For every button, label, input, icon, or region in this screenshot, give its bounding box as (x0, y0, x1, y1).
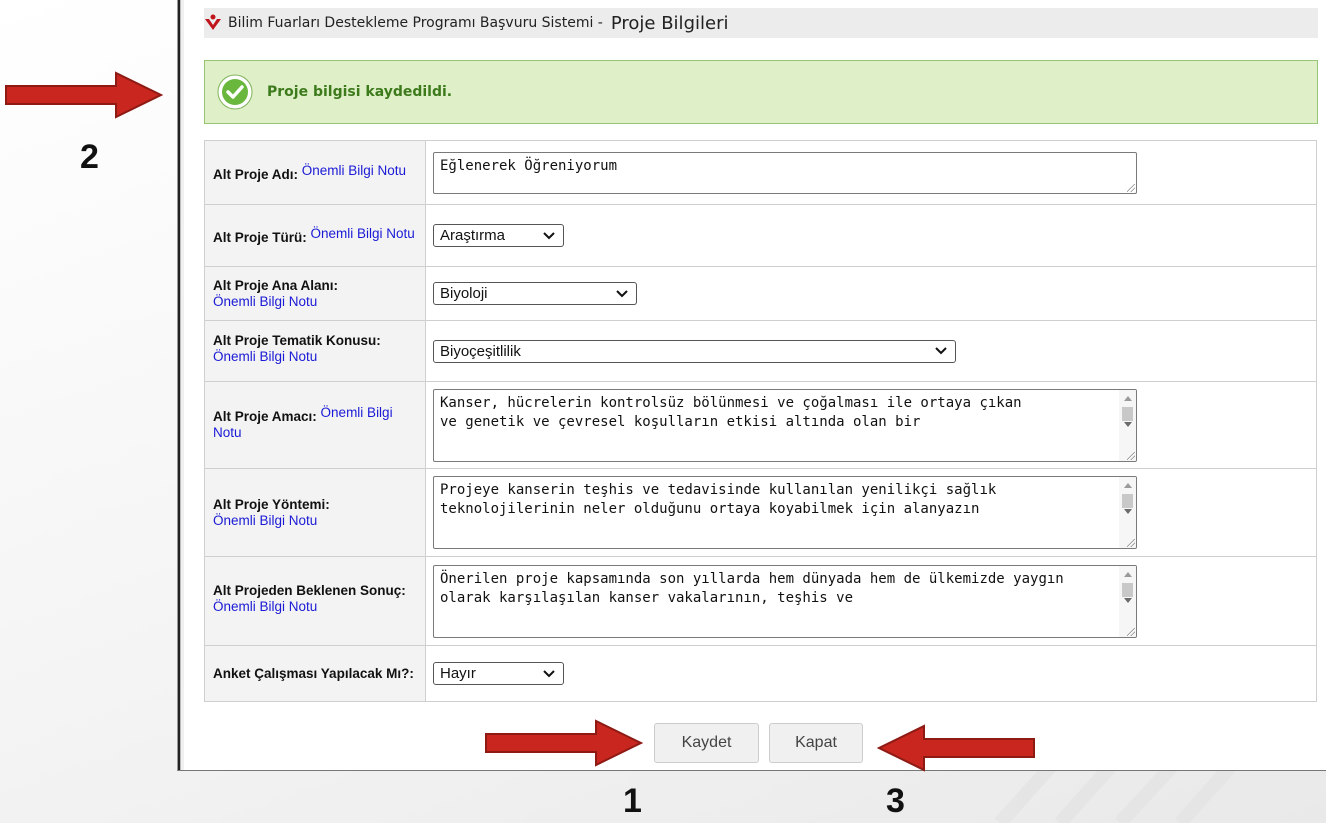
value-cell: Projeye kanserin teşhis ve tedavisinde k… (425, 468, 1317, 557)
main-area-select[interactable]: Biyoloji (433, 282, 637, 305)
annotation-arrow-3 (876, 724, 1035, 772)
value-cell: Eğlenerek Öğreniyorum (425, 140, 1317, 205)
title-bar: Bilim Fuarları Destekleme Programı Başvu… (204, 8, 1318, 38)
field-label: Alt Proje Amacı: (213, 409, 317, 424)
label-cell: Anket Çalışması Yapılacak Mı?: (204, 645, 426, 702)
value-cell: Biyoloji (425, 266, 1317, 321)
resize-grip[interactable] (1127, 627, 1135, 636)
chevron-down-icon (543, 669, 555, 677)
info-note-link[interactable]: Önemli Bilgi Notu (311, 226, 415, 241)
annotation-arrow-1 (485, 719, 644, 767)
success-alert: Proje bilgisi kaydedildi. (204, 60, 1318, 124)
form-row-purpose: Alt Proje Amacı: Önemli Bilgi Notu Kanse… (204, 381, 1317, 469)
survey-select[interactable]: Hayır (433, 662, 564, 685)
resize-grip[interactable] (1127, 183, 1135, 192)
value-cell: Kanser, hücrelerin kontrolsüz bölünmesi … (425, 381, 1317, 469)
info-note-link[interactable]: Önemli Bilgi Notu (302, 163, 406, 178)
info-note-link[interactable]: Önemli Bilgi Notu (213, 349, 317, 364)
label-cell: Alt Proje Ana Alanı: Önemli Bilgi Notu (204, 266, 426, 321)
field-label: Alt Projeden Beklenen Sonuç: (213, 583, 406, 598)
label-cell: Alt Proje Adı: Önemli Bilgi Notu (204, 140, 426, 205)
action-buttons: Kaydet Kapat (654, 723, 863, 763)
label-cell: Alt Proje Tematik Konusu: Önemli Bilgi N… (204, 320, 426, 382)
purpose-textarea[interactable]: Kanser, hücrelerin kontrolsüz bölünmesi … (433, 388, 1137, 462)
success-message: Proje bilgisi kaydedildi. (267, 84, 453, 100)
resize-grip[interactable] (1127, 539, 1135, 547)
value-cell: Araştırma (425, 204, 1317, 267)
chevron-down-icon (935, 347, 947, 355)
form-row-project-name: Alt Proje Adı: Önemli Bilgi Notu Eğlener… (204, 140, 1317, 205)
chevron-down-icon (616, 289, 628, 297)
save-button[interactable]: Kaydet (654, 723, 759, 763)
annotation-number-2: 2 (80, 138, 99, 176)
field-label: Alt Proje Adı: (213, 166, 299, 182)
thematic-topic-select[interactable]: Biyoçeşitlilik (433, 339, 956, 363)
tubitak-logo-icon (205, 14, 221, 30)
form-row-thematic-topic: Alt Proje Tematik Konusu: Önemli Bilgi N… (204, 320, 1317, 382)
chevron-down-icon (543, 231, 555, 239)
annotation-number-1: 1 (623, 782, 642, 820)
project-name-textarea[interactable]: Eğlenerek Öğreniyorum (433, 151, 1137, 194)
page-title: Proje Bilgileri (610, 12, 729, 34)
value-cell: Önerilen proje kapsamında son yıllarda h… (425, 556, 1317, 646)
resize-grip[interactable] (1127, 451, 1135, 460)
project-form: Alt Proje Adı: Önemli Bilgi Notu Eğlener… (204, 140, 1317, 702)
scrollbar[interactable] (1119, 477, 1136, 548)
field-label: Alt Proje Tematik Konusu: (213, 333, 381, 348)
method-textarea[interactable]: Projeye kanserin teşhis ve tedavisinde k… (433, 476, 1137, 549)
window-left-edge (178, 0, 184, 770)
info-note-link[interactable]: Önemli Bilgi Notu (213, 513, 317, 528)
expected-result-textarea[interactable]: Önerilen proje kapsamında son yıllarda h… (433, 564, 1137, 638)
field-label: Anket Çalışması Yapılacak Mı?: (213, 665, 414, 681)
form-row-main-area: Alt Proje Ana Alanı: Önemli Bilgi Notu B… (204, 266, 1317, 321)
form-row-project-type: Alt Proje Türü: Önemli Bilgi Notu Araştı… (204, 204, 1317, 267)
close-button[interactable]: Kapat (769, 723, 863, 763)
info-note-link[interactable]: Önemli Bilgi Notu (213, 294, 317, 309)
scrollbar[interactable] (1119, 389, 1136, 461)
field-label: Alt Proje Ana Alanı: (213, 277, 339, 293)
form-row-survey: Anket Çalışması Yapılacak Mı?: Hayır (204, 645, 1317, 702)
form-row-method: Alt Proje Yöntemi: Önemli Bilgi Notu Pro… (204, 468, 1317, 557)
label-cell: Alt Proje Amacı: Önemli Bilgi Notu (204, 381, 426, 469)
success-check-icon (217, 74, 253, 110)
info-note-link[interactable]: Önemli Bilgi Notu (213, 599, 317, 614)
scrollbar[interactable] (1119, 565, 1136, 637)
app-title: Bilim Fuarları Destekleme Programı Başvu… (228, 15, 603, 31)
value-cell: Hayır (425, 645, 1317, 702)
annotation-arrow-2 (5, 71, 164, 119)
form-row-expected-result: Alt Projeden Beklenen Sonuç: Önemli Bilg… (204, 556, 1317, 646)
field-label: Alt Proje Yöntemi: (213, 496, 330, 512)
label-cell: Alt Proje Türü: Önemli Bilgi Notu (204, 204, 426, 267)
label-cell: Alt Proje Yöntemi: Önemli Bilgi Notu (204, 468, 426, 557)
field-label: Alt Proje Türü: (213, 229, 307, 245)
label-cell: Alt Projeden Beklenen Sonuç: Önemli Bilg… (204, 556, 426, 646)
application-window: Bilim Fuarları Destekleme Programı Başvu… (177, 0, 1326, 771)
project-type-select[interactable]: Araştırma (433, 224, 564, 247)
value-cell: Biyoçeşitlilik (425, 320, 1317, 382)
annotation-number-3: 3 (886, 782, 905, 820)
